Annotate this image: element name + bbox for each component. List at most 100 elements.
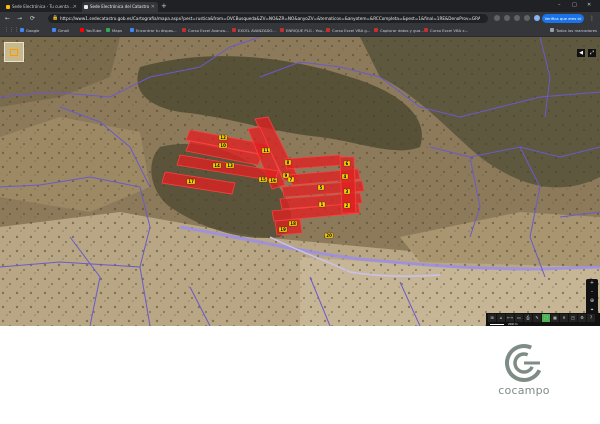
settings-icon[interactable]: ⚙ bbox=[578, 314, 586, 322]
clear-icon[interactable]: ✕ bbox=[560, 314, 568, 322]
area-icon[interactable]: ▭ bbox=[515, 314, 523, 322]
youtube-icon bbox=[280, 28, 284, 32]
tab-strip: Sede Electrónica - Tu cuenta ... ✕ Sede … bbox=[0, 0, 600, 12]
parcel-label[interactable]: 15 bbox=[258, 176, 268, 183]
bookmark-gmail[interactable]: Gmail bbox=[52, 26, 69, 35]
parcel-label[interactable]: 11 bbox=[261, 147, 271, 154]
bookmark-star-icon[interactable] bbox=[494, 15, 500, 21]
bookmark-google[interactable]: Google bbox=[20, 26, 39, 35]
parcel-label[interactable]: 17 bbox=[186, 178, 196, 185]
back-button[interactable]: ← bbox=[5, 14, 10, 23]
bookmarks-bar: ⋮⋮⋮ Google Gmail YouTube Maps Encontrar … bbox=[0, 25, 600, 37]
recenter-button[interactable]: ⊕ bbox=[586, 297, 598, 306]
tab-favicon-icon bbox=[84, 5, 88, 9]
parcel-label[interactable]: 20 bbox=[324, 232, 334, 239]
bookmark-excel-vba[interactable]: Curso Excel VBA g... bbox=[326, 26, 370, 35]
parcel-label[interactable]: 6 bbox=[343, 160, 351, 167]
all-bookmarks-folder[interactable]: Todos los marcadores bbox=[550, 26, 597, 35]
svg-text:16: 16 bbox=[270, 178, 276, 183]
svg-text:9: 9 bbox=[285, 173, 288, 178]
svg-text:6: 6 bbox=[346, 161, 349, 166]
zoom-out-button[interactable]: – bbox=[586, 288, 598, 297]
parcel-label[interactable]: 12 bbox=[218, 134, 228, 141]
url-text[interactable]: https://www1.sedecatastro.gob.es/Cartogr… bbox=[60, 14, 480, 23]
close-tab-icon[interactable]: ✕ bbox=[73, 2, 77, 12]
svg-text:5: 5 bbox=[320, 185, 323, 190]
cocampo-logo-mark bbox=[505, 344, 543, 382]
zoom-controls: + – ⊕ ⌖ bbox=[586, 279, 598, 317]
svg-text:14: 14 bbox=[214, 163, 220, 168]
parcel-label[interactable]: 14 bbox=[212, 162, 222, 169]
parcel-label[interactable]: 13 bbox=[225, 162, 235, 169]
bookmark-youtube[interactable]: YouTube bbox=[80, 26, 101, 35]
bookmark-capturar-datos[interactable]: Capturar datos y gua... bbox=[374, 26, 424, 35]
browser-menu-icon[interactable]: ⋮ bbox=[589, 14, 595, 23]
satellite-map-canvas[interactable]: 12 10 11 8 14 13 9 7 5 6 4 3 2 1 15 16 1… bbox=[0, 37, 600, 326]
window-icon[interactable]: ◳ bbox=[569, 314, 577, 322]
parcel-label[interactable]: 5 bbox=[317, 184, 325, 191]
fullscreen-icon[interactable]: ⤢ bbox=[588, 49, 596, 57]
new-tab-button[interactable]: + bbox=[161, 2, 167, 11]
select-icon[interactable]: ⛶ bbox=[542, 314, 550, 322]
parcel-label[interactable]: 16 bbox=[268, 177, 278, 184]
zoom-in-button[interactable]: + bbox=[586, 279, 598, 288]
collapse-panel-icon[interactable]: ◀ bbox=[577, 49, 585, 57]
parcel-label[interactable]: 1 bbox=[318, 201, 326, 208]
print-icon[interactable]: ⎙ bbox=[524, 314, 532, 322]
forward-button[interactable]: → bbox=[17, 14, 22, 23]
parcel-label[interactable]: 3 bbox=[343, 188, 351, 195]
profile-avatar-icon[interactable] bbox=[534, 15, 540, 21]
grid-icon[interactable]: ▦ bbox=[551, 314, 559, 322]
parcel-label[interactable]: 4 bbox=[341, 173, 349, 180]
scale-line bbox=[490, 324, 504, 325]
reload-button[interactable]: ⟳ bbox=[30, 14, 35, 23]
tab-catastro[interactable]: Sede Electrónica del Catastro ✕ bbox=[82, 2, 158, 12]
extension-icon[interactable] bbox=[514, 15, 520, 21]
bookmark-excel-avanzado[interactable]: EXCEL AVANZADO... bbox=[232, 26, 276, 35]
bookmark-excel-vba-x[interactable]: Curso Excel VBA x... bbox=[424, 26, 468, 35]
verify-identity-button[interactable]: Verifica que eres tú bbox=[542, 14, 584, 23]
cocampo-logo: cocampo bbox=[494, 342, 554, 408]
parcel-label[interactable]: 7 bbox=[287, 176, 295, 183]
youtube-icon bbox=[80, 28, 84, 32]
svg-text:3: 3 bbox=[346, 189, 349, 194]
help-icon[interactable]: ? bbox=[587, 314, 595, 322]
scale-label: 200 m bbox=[508, 322, 518, 326]
extension-icon[interactable] bbox=[504, 15, 510, 21]
parcel-label[interactable]: 19 bbox=[278, 226, 288, 233]
tab-title: Sede Electrónica - Tu cuenta ... bbox=[12, 4, 74, 9]
cadastral-map[interactable]: 12 10 11 8 14 13 9 7 5 6 4 3 2 1 15 16 1… bbox=[0, 37, 600, 326]
tab-favicon-icon bbox=[6, 5, 10, 9]
bookmark-find-device[interactable]: Encontrar tu dispos... bbox=[130, 26, 177, 35]
svg-text:19: 19 bbox=[280, 227, 286, 232]
layers-icon[interactable]: ⊞ bbox=[488, 314, 496, 322]
svg-text:18: 18 bbox=[290, 221, 296, 226]
parcel-label[interactable]: 8 bbox=[284, 159, 292, 166]
tab-title: Sede Electrónica del Catastro bbox=[90, 4, 150, 9]
close-window-button[interactable]: ✕ bbox=[587, 1, 591, 10]
youtube-icon bbox=[232, 28, 236, 32]
draw-icon[interactable]: ✎ bbox=[533, 314, 541, 322]
parcel-label[interactable]: 10 bbox=[218, 142, 228, 149]
svg-text:13: 13 bbox=[227, 163, 233, 168]
viewport-indicator bbox=[10, 49, 18, 56]
svg-text:15: 15 bbox=[260, 177, 266, 182]
close-tab-icon[interactable]: ✕ bbox=[151, 2, 155, 12]
measure-icon[interactable]: ⟷ bbox=[506, 314, 514, 322]
apps-grid-icon[interactable]: ⋮⋮⋮ bbox=[4, 27, 19, 34]
parcel-label[interactable]: 18 bbox=[288, 220, 298, 227]
bookmark-enrique-plg[interactable]: ENRIQUE PLG - You... bbox=[280, 26, 326, 35]
overview-minimap[interactable] bbox=[4, 42, 24, 62]
google-icon bbox=[20, 28, 24, 32]
home-icon[interactable]: ⌂ bbox=[497, 314, 505, 322]
svg-text:10: 10 bbox=[220, 143, 226, 148]
tab-cuenta[interactable]: Sede Electrónica - Tu cuenta ... ✕ bbox=[4, 2, 80, 12]
minimize-button[interactable]: – bbox=[558, 1, 561, 10]
downloads-icon[interactable] bbox=[524, 15, 530, 21]
parcel-label[interactable]: 2 bbox=[343, 202, 351, 209]
bookmark-maps[interactable]: Maps bbox=[106, 26, 122, 35]
address-bar[interactable]: 🔒 https://www1.sedecatastro.gob.es/Carto… bbox=[48, 14, 488, 23]
maximize-button[interactable]: □ bbox=[572, 1, 577, 10]
svg-text:1: 1 bbox=[321, 202, 324, 207]
bookmark-excel-course[interactable]: Curso Excel Avanza... bbox=[182, 26, 229, 35]
